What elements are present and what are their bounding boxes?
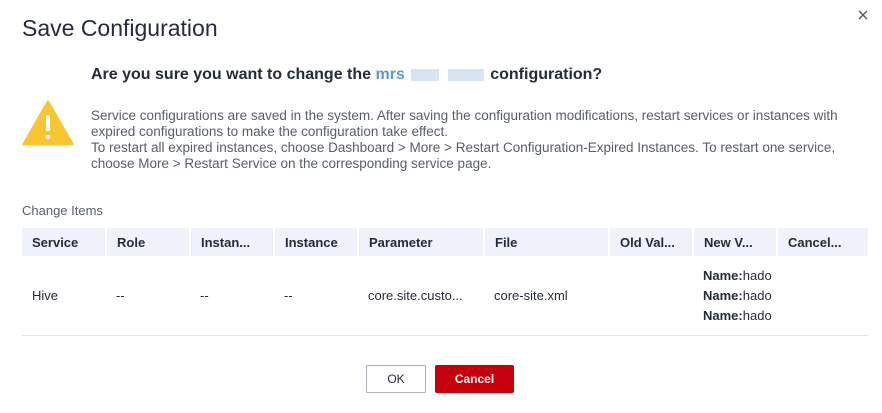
cell-instance-group: -- [190, 256, 274, 336]
cell-parameter: core.site.custo... [358, 256, 484, 336]
redacted-text [411, 68, 440, 81]
column-header-instance[interactable]: Instance [274, 228, 359, 256]
cell-file: core-site.xml [484, 256, 609, 336]
question-suffix: configuration? [490, 66, 603, 83]
column-header-new-value[interactable]: New V... [693, 228, 778, 256]
cancel-button[interactable]: Cancel [435, 365, 514, 393]
column-header-old-value[interactable]: Old Val... [609, 228, 694, 256]
cell-new-value: Name:hado Name:hado Name:hado [693, 256, 777, 336]
question-prefix: Are you sure you want to change the [91, 66, 372, 83]
column-header-role[interactable]: Role [106, 228, 191, 256]
cell-instance: -- [274, 256, 358, 336]
new-value-line: Name:hado [703, 287, 772, 303]
column-header-parameter[interactable]: Parameter [358, 228, 485, 256]
new-value-line: Name:hado [703, 267, 772, 283]
cell-service: Hive [22, 256, 106, 336]
cluster-name: mrs [375, 66, 405, 83]
column-header-instance-group[interactable]: Instan... [190, 228, 275, 256]
save-configuration-dialog: Save Configuration Are you sure you want… [0, 0, 882, 413]
description-line-1: Service configurations are saved in the … [91, 108, 838, 139]
description-line-2: To restart all expired instances, choose… [91, 140, 836, 171]
close-icon[interactable] [852, 4, 874, 26]
description: Service configurations are saved in the … [91, 108, 851, 172]
column-header-service[interactable]: Service [22, 228, 107, 256]
change-items-label: Change Items [22, 203, 103, 218]
change-items-table: Service Role Instan... Instance Paramete… [22, 228, 868, 336]
cell-cancel [777, 256, 868, 336]
new-value-line: Name:hado [703, 307, 772, 323]
redacted-text [447, 68, 484, 81]
dialog-title: Save Configuration [22, 15, 218, 41]
column-header-cancel[interactable]: Cancel... [777, 228, 868, 256]
cell-old-value [609, 256, 693, 336]
confirm-question: Are you sure you want to change the mrs … [91, 66, 602, 84]
column-header-file[interactable]: File [484, 228, 610, 256]
table-header-row: Service Role Instan... Instance Paramete… [22, 228, 868, 256]
warning-triangle-icon [22, 100, 74, 146]
cell-role: -- [106, 256, 190, 336]
ok-button[interactable]: OK [366, 365, 426, 393]
table-row: Hive -- -- -- core.site.custo... core-si… [22, 256, 868, 336]
